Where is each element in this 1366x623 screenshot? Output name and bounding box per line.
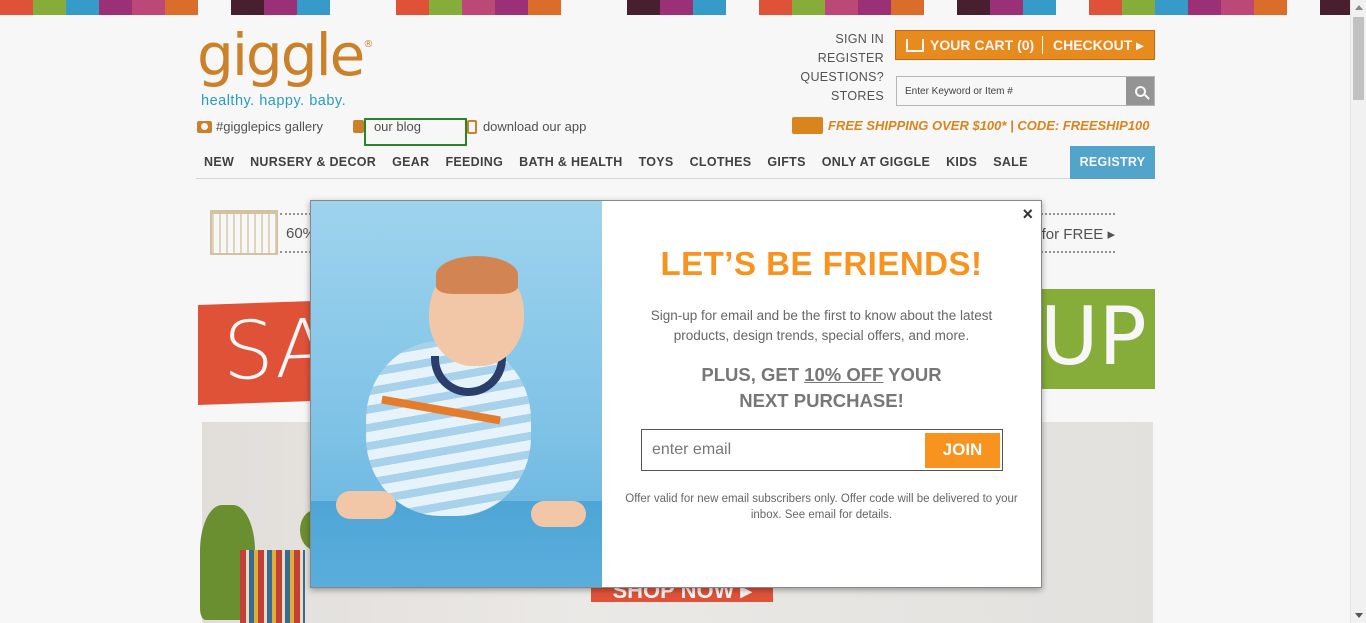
- modal-description: Sign-up for email and be the first to kn…: [650, 308, 993, 343]
- email-form: JOIN: [641, 429, 1003, 471]
- join-button[interactable]: JOIN: [925, 432, 1000, 468]
- offer-text: PLUS, GET 10% OFF YOUR NEXT PURCHASE!: [701, 364, 942, 411]
- discount-text: 10% OFF: [804, 364, 884, 385]
- email-input[interactable]: [644, 433, 925, 467]
- close-icon[interactable]: ×: [1022, 204, 1033, 225]
- modal-headline: LET’S BE FRIENDS!: [660, 245, 983, 282]
- fine-print: Offer valid for new email subscribers on…: [625, 493, 1018, 521]
- modal-content: × LET’S BE FRIENDS! Sign-up for email an…: [602, 201, 1041, 587]
- scrollbar-thumb[interactable]: [1353, 17, 1364, 100]
- scroll-down-icon[interactable]: [1355, 613, 1363, 618]
- baby-photo: [311, 201, 602, 587]
- vertical-scrollbar[interactable]: [1350, 0, 1366, 623]
- email-signup-modal: × LET’S BE FRIENDS! Sign-up for email an…: [310, 200, 1042, 588]
- scroll-up-icon[interactable]: [1355, 5, 1363, 10]
